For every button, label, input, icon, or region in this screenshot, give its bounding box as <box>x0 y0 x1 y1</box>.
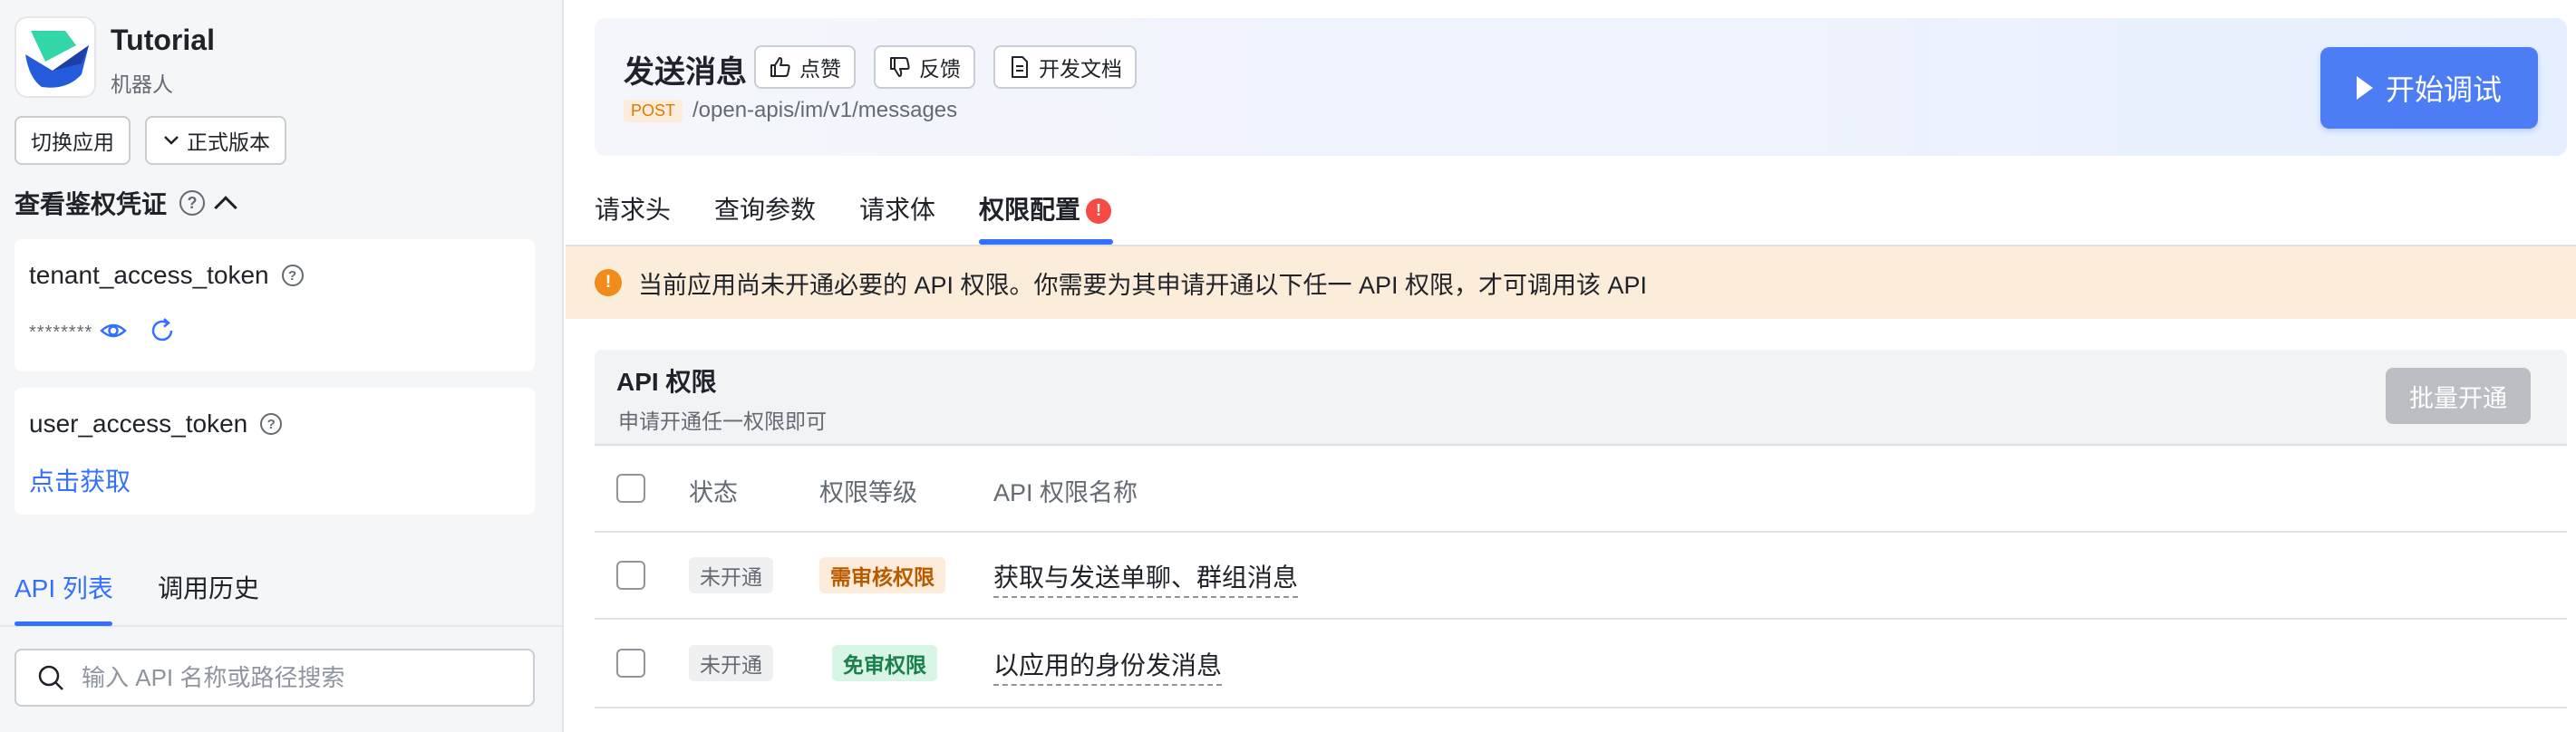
tab-api-list[interactable]: API 列表 <box>15 569 113 605</box>
help-icon[interactable]: ? <box>260 413 283 435</box>
tab-call-history[interactable]: 调用历史 <box>158 569 259 605</box>
chevron-down-icon <box>164 136 179 145</box>
column-header-status: 状态 <box>689 479 738 506</box>
status-badge: 未开通 <box>689 557 773 593</box>
auth-section-header[interactable]: 查看鉴权凭证 ? <box>15 185 237 221</box>
help-icon[interactable]: ? <box>179 190 206 216</box>
tab-permissions[interactable]: 权限配置! <box>979 190 1112 226</box>
refresh-icon[interactable] <box>147 315 178 346</box>
permissions-header: API 权限 申请开通任一权限即可 批量开通 <box>595 350 2567 446</box>
select-all-checkbox[interactable] <box>616 474 645 503</box>
permission-name[interactable]: 以应用的身份发消息 <box>993 646 1223 686</box>
tab-request-headers[interactable]: 请求头 <box>595 190 671 226</box>
docs-button[interactable]: 开发文档 <box>993 45 1137 89</box>
version-label: 正式版本 <box>187 130 270 154</box>
user-token-label: user_access_token <box>29 409 248 438</box>
row-checkbox[interactable] <box>616 561 645 590</box>
chevron-up-icon[interactable] <box>214 196 237 219</box>
feedback-label: 反馈 <box>919 57 961 81</box>
play-icon <box>2356 76 2373 100</box>
start-debug-button[interactable]: 开始调试 <box>2320 47 2538 129</box>
batch-enable-button[interactable]: 批量开通 <box>2386 368 2531 424</box>
feedback-button[interactable]: 反馈 <box>874 45 975 89</box>
active-tab-indicator <box>979 239 1113 245</box>
switch-app-button[interactable]: 切换应用 <box>15 116 131 165</box>
divider <box>595 531 2567 533</box>
tab-query-params[interactable]: 查询参数 <box>714 190 816 226</box>
row-checkbox[interactable] <box>616 649 645 678</box>
level-badge: 需审核权限 <box>819 557 945 593</box>
start-debug-label: 开始调试 <box>2385 73 2502 106</box>
document-icon <box>1012 56 1028 78</box>
thumbs-down-icon <box>890 57 910 77</box>
error-icon: ! <box>1086 197 1112 224</box>
active-tab-indicator <box>15 621 112 626</box>
permission-name[interactable]: 获取与发送单聊、群组消息 <box>993 558 1299 598</box>
docs-label: 开发文档 <box>1039 57 1122 81</box>
app-name: Tutorial <box>111 24 215 56</box>
api-search-box[interactable] <box>15 649 535 707</box>
http-method-badge: POST <box>624 100 683 122</box>
tab-permissions-label: 权限配置 <box>979 196 1081 224</box>
column-header-level: 权限等级 <box>819 479 917 506</box>
search-icon <box>38 665 63 690</box>
divider <box>595 618 2567 620</box>
switch-app-label: 切换应用 <box>31 130 114 154</box>
api-header: 发送消息 点赞 反馈 开发文档 POST /open-apis/im/v1/me… <box>595 18 2567 156</box>
status-badge: 未开通 <box>689 645 773 681</box>
token-value: ******** <box>29 323 93 342</box>
version-select[interactable]: 正式版本 <box>145 116 286 165</box>
tab-request-body[interactable]: 请求体 <box>859 190 935 226</box>
eye-icon[interactable] <box>98 315 129 346</box>
permission-alert: ! 当前应用尚未开通必要的 API 权限。你需要为其申请开通以下任一 API 权… <box>566 246 2576 319</box>
warning-icon: ! <box>595 269 622 296</box>
alert-text: 当前应用尚未开通必要的 API 权限。你需要为其申请开通以下任一 API 权限，… <box>638 271 1648 299</box>
divider <box>595 707 2567 708</box>
level-badge: 免审权限 <box>832 645 937 681</box>
api-path: /open-apis/im/v1/messages <box>692 98 958 122</box>
user-token-card: user_access_token ? 点击获取 <box>15 388 535 515</box>
permissions-title: API 权限 <box>616 368 717 396</box>
app-logo <box>15 16 96 98</box>
auth-title: 查看鉴权凭证 <box>15 190 168 218</box>
app-type: 机器人 <box>111 72 173 96</box>
like-button[interactable]: 点赞 <box>754 45 856 89</box>
search-input[interactable] <box>82 663 517 692</box>
help-icon[interactable]: ? <box>281 265 304 286</box>
like-label: 点赞 <box>799 57 841 81</box>
permissions-subtitle: 申请开通任一权限即可 <box>618 409 827 433</box>
thumbs-up-icon <box>770 57 790 77</box>
get-token-link[interactable]: 点击获取 <box>29 462 131 498</box>
page-title: 发送消息 <box>624 55 747 90</box>
tenant-token-label: tenant_access_token <box>29 261 269 289</box>
divider <box>595 444 2567 446</box>
sidebar: Tutorial 机器人 切换应用 正式版本 查看鉴权凭证 ? tenant_a… <box>0 0 564 732</box>
tenant-token-card: tenant_access_token ? ******** <box>15 239 535 371</box>
column-header-name: API 权限名称 <box>993 479 1138 506</box>
